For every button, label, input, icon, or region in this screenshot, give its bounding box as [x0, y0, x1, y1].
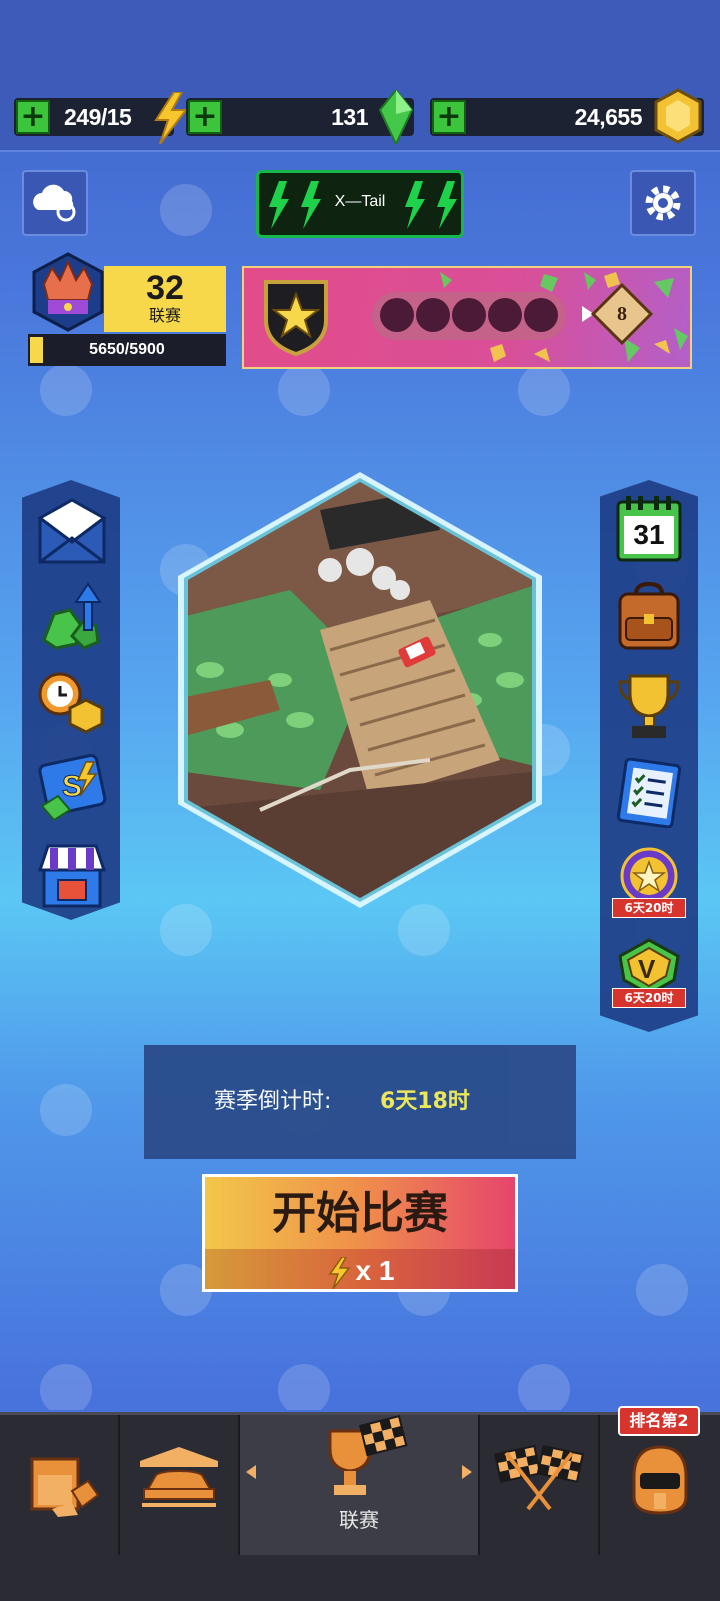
svg-text:V: V	[638, 954, 656, 984]
start-race-button[interactable]: 开始比赛 x 1	[202, 1174, 518, 1292]
settings-button[interactable]	[630, 170, 696, 236]
gear-icon	[645, 185, 681, 221]
timed-chest-button[interactable]	[36, 666, 108, 738]
trophy-icon	[618, 674, 680, 738]
reward-slot-track	[372, 292, 566, 340]
reward-slot	[524, 298, 558, 332]
mail-icon	[37, 498, 107, 564]
backpack-icon	[618, 581, 680, 650]
timed-chest-icon	[38, 672, 104, 734]
reward-slot	[488, 298, 522, 332]
v-badge-icon: V	[618, 938, 680, 996]
shop-icon	[37, 844, 107, 908]
league-level: 32	[146, 269, 184, 307]
gems-value: 131	[331, 104, 368, 130]
shop-button[interactable]	[36, 840, 108, 912]
upgrade-icon	[42, 582, 102, 650]
nav-garage[interactable]	[0, 1415, 120, 1555]
season-pass-button[interactable]: S	[36, 752, 108, 824]
reward-count: 8	[617, 303, 627, 325]
reward-slot	[452, 298, 486, 332]
season-pass-icon: S	[38, 753, 107, 822]
calendar-button[interactable]: 31	[614, 494, 684, 564]
track-preview[interactable]	[170, 470, 550, 910]
bottom-nav: 联赛	[0, 1412, 720, 1601]
trophy-button[interactable]	[614, 670, 684, 740]
garage-icon	[30, 1457, 100, 1517]
upgrade-button[interactable]	[36, 580, 108, 652]
reward-slot	[416, 298, 450, 332]
car-icon	[140, 1447, 218, 1507]
tasks-button[interactable]	[614, 757, 684, 829]
reward-progress-banner[interactable]: 8	[242, 266, 692, 369]
mail-button[interactable]	[36, 498, 108, 566]
season-countdown-panel: 赛季倒计时: 6天18时	[144, 1045, 576, 1159]
start-race-cost: x 1	[355, 1255, 395, 1286]
calendar-day: 31	[633, 519, 665, 550]
backpack-button[interactable]	[614, 581, 684, 652]
add-coins-button[interactable]: +	[432, 100, 466, 134]
add-energy-button[interactable]: +	[16, 100, 50, 134]
energy-counter: + 249/15	[14, 92, 189, 144]
reward-slot	[380, 298, 414, 332]
helmet-icon	[632, 1445, 688, 1515]
rank-badge: 排名第2	[618, 1406, 700, 1436]
gold-coin-icon	[654, 88, 702, 144]
chevron-right-icon	[462, 1465, 472, 1479]
coins-counter: + 24,655	[430, 88, 704, 144]
gems-counter: + 131	[186, 90, 414, 144]
add-gems-button[interactable]: +	[188, 100, 222, 134]
season-countdown-value: 6天18时	[380, 1089, 470, 1114]
car-name: X—Tail	[334, 193, 386, 210]
checklist-icon	[616, 757, 682, 829]
league-progress-bar: 5650/5900	[28, 334, 226, 366]
checkered-flags-icon	[494, 1444, 584, 1511]
car-name-plate[interactable]: X—Tail	[256, 170, 464, 238]
track-hexagon	[178, 472, 542, 908]
chevron-left-icon	[246, 1465, 256, 1479]
event-timer-2: 6天20时	[612, 988, 686, 1008]
league-card[interactable]: 32 联赛 5650/5900	[28, 252, 227, 368]
svg-text:S: S	[62, 770, 82, 803]
green-gem-icon	[378, 90, 414, 144]
nav-cars[interactable]	[120, 1415, 240, 1555]
star-shield-icon	[264, 280, 328, 357]
start-race-label: 开始比赛	[272, 1188, 448, 1239]
league-progress-text: 5650/5900	[89, 341, 165, 358]
season-countdown-label: 赛季倒计时:	[214, 1089, 332, 1114]
league-label: 联赛	[148, 306, 181, 325]
event-timer-1: 6天20时	[612, 898, 686, 918]
energy-value: 249/15	[64, 104, 132, 130]
cloud-sync-button[interactable]	[22, 170, 88, 236]
nav-league-label: 联赛	[339, 1508, 379, 1532]
nav-profile[interactable]	[600, 1415, 720, 1555]
nav-league[interactable]: 联赛	[240, 1415, 480, 1555]
coins-value: 24,655	[574, 104, 643, 130]
league-crown-emblem-icon	[32, 252, 104, 332]
trophy-flag-icon	[328, 1415, 408, 1495]
nav-race[interactable]	[480, 1415, 600, 1555]
cloud-sync-icon	[33, 184, 76, 222]
lightning-icon	[154, 92, 189, 144]
